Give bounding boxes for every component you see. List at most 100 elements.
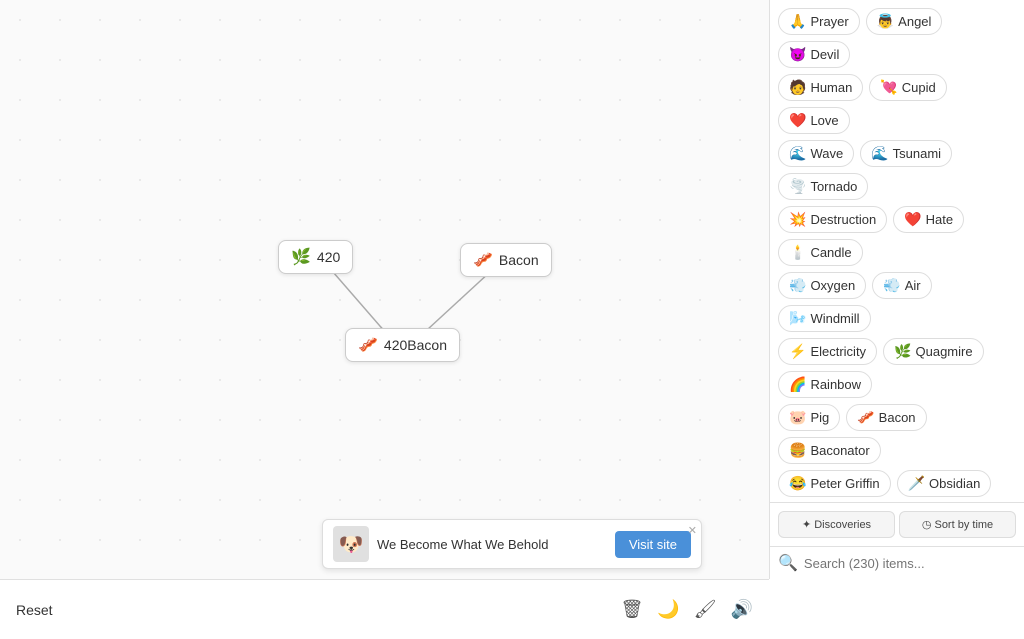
items-row: 🐷Pig🥓Bacon 🍔 Baconator — [778, 404, 1016, 464]
chip-label: Love — [810, 113, 838, 128]
brush-icon[interactable]: 🖌 — [694, 599, 717, 620]
sidebar-footer: ✦ Discoveries ◷ Sort by time — [770, 502, 1024, 546]
ad-banner: ✕ 🐶 We Become What We Behold Visit site — [322, 519, 702, 569]
items-row: 💨 Oxygen 💨 Air 🌬️ Windmill — [778, 272, 1016, 332]
node-420[interactable]: 🌿 420 — [278, 240, 353, 274]
chip-label: Oxygen — [810, 278, 855, 293]
chip-emoji: 🌿 — [894, 343, 911, 360]
items-row: 😂Peter Griffin🗡️Obsidian🪟Glass — [778, 470, 1016, 502]
item-chip-oxygen[interactable]: 💨 Oxygen — [778, 272, 866, 299]
chip-emoji: 🙏 — [789, 13, 806, 30]
chip-label: Windmill — [810, 311, 859, 326]
node-label: 420Bacon — [384, 337, 447, 353]
chip-label: Air — [905, 278, 921, 293]
chip-label: Cupid — [902, 80, 936, 95]
trash-icon[interactable]: 🗑 — [620, 599, 643, 620]
item-chip-baconator[interactable]: 🍔 Baconator — [778, 437, 881, 464]
item-chip-windmill[interactable]: 🌬️ Windmill — [778, 305, 871, 332]
chip-emoji: 🌬️ — [789, 310, 806, 327]
chip-label: Quagmire — [916, 344, 973, 359]
chip-label: Angel — [898, 14, 931, 29]
bottom-toolbar: Reset 🗑 🌙 🖌 🔊 — [0, 579, 769, 639]
chip-emoji: 🌈 — [789, 376, 806, 393]
ad-visit-button[interactable]: Visit site — [615, 531, 691, 558]
item-chip-prayer[interactable]: 🙏 Prayer — [778, 8, 860, 35]
items-row: 💥Destruction❤️Hate 🕯️ Candle — [778, 206, 1016, 266]
chip-label: Baconator — [810, 443, 869, 458]
chip-emoji: 💘 — [880, 79, 897, 96]
chip-emoji: 🕯️ — [789, 244, 806, 261]
chip-label: Devil — [810, 47, 839, 62]
chip-label: Peter Griffin — [810, 476, 879, 491]
search-bar: 🔍 — [770, 546, 1024, 579]
chip-label: Destruction — [810, 212, 876, 227]
items-sidebar: 🙏 Prayer 👼 Angel 😈 Devil 🧑 Human 💘 Cupid ❤️ Love 🌊 Wa… — [769, 0, 1024, 579]
ad-text: We Become What We Behold — [377, 537, 607, 552]
items-row: 🙏 Prayer 👼 Angel 😈 Devil — [778, 8, 1016, 68]
chip-emoji: 🐷 — [789, 409, 806, 426]
search-input[interactable] — [804, 556, 1016, 571]
node-label: 420 — [317, 249, 340, 265]
items-row: 🌊 Wave 🌊 Tsunami 🌪️Tornado — [778, 140, 1016, 200]
item-chip-wave[interactable]: 🌊 Wave — [778, 140, 854, 167]
chip-emoji: ❤️ — [904, 211, 921, 228]
reset-button[interactable]: Reset — [16, 602, 53, 618]
item-chip-love[interactable]: ❤️ Love — [778, 107, 850, 134]
ad-icon: 🐶 — [333, 526, 369, 562]
chip-emoji: 🗡️ — [908, 475, 925, 492]
node-420bacon[interactable]: 🥓420Bacon — [345, 328, 460, 362]
item-chip-tsunami[interactable]: 🌊 Tsunami — [860, 140, 952, 167]
items-list: 🙏 Prayer 👼 Angel 😈 Devil 🧑 Human 💘 Cupid ❤️ Love 🌊 Wa… — [770, 0, 1024, 502]
item-chip-destruction[interactable]: 💥Destruction — [778, 206, 887, 233]
item-chip-air[interactable]: 💨 Air — [872, 272, 931, 299]
item-chip-pig[interactable]: 🐷Pig — [778, 404, 840, 431]
chip-emoji: 🧑 — [789, 79, 806, 96]
item-chip-candle[interactable]: 🕯️ Candle — [778, 239, 863, 266]
chip-emoji: 🌊 — [789, 145, 806, 162]
sound-icon[interactable]: 🔊 — [731, 599, 753, 620]
chip-emoji: 🌊 — [871, 145, 888, 162]
chip-emoji: ⚡ — [789, 343, 806, 360]
items-row: 🧑 Human 💘 Cupid ❤️ Love — [778, 74, 1016, 134]
moon-icon[interactable]: 🌙 — [657, 599, 679, 620]
item-chip-tornado[interactable]: 🌪️Tornado — [778, 173, 868, 200]
chip-label: Human — [810, 80, 852, 95]
sort-button[interactable]: ◷ Sort by time — [899, 511, 1016, 538]
chip-emoji: 🍔 — [789, 442, 806, 459]
node-emoji: 🥓 — [473, 250, 493, 270]
item-chip-cupid[interactable]: 💘 Cupid — [869, 74, 946, 101]
chip-label: Tsunami — [893, 146, 941, 161]
item-chip-rainbow[interactable]: 🌈 Rainbow — [778, 371, 872, 398]
item-chip-bacon[interactable]: 🥓Bacon — [846, 404, 926, 431]
item-chip-peter-griffin[interactable]: 😂 Peter Griffin — [778, 470, 891, 497]
chip-label: Candle — [810, 245, 851, 260]
chip-emoji: ❤️ — [789, 112, 806, 129]
chip-emoji: 💨 — [789, 277, 806, 294]
connection-lines — [0, 0, 769, 579]
chip-label: Tornado — [810, 179, 857, 194]
chip-label: Rainbow — [810, 377, 861, 392]
item-chip-hate[interactable]: ❤️Hate — [893, 206, 964, 233]
chip-emoji: 🥓 — [857, 409, 874, 426]
chip-emoji: 👼 — [877, 13, 894, 30]
discoveries-button[interactable]: ✦ Discoveries — [778, 511, 895, 538]
chip-label: Obsidian — [929, 476, 980, 491]
node-emoji: 🌿 — [291, 247, 311, 267]
ad-close-button[interactable]: ✕ — [688, 524, 697, 537]
chip-emoji: 😈 — [789, 46, 806, 63]
chip-label: Wave — [810, 146, 843, 161]
items-row: ⚡ Electricity 🌿 Quagmire 🌈 Rainbow — [778, 338, 1016, 398]
node-label: Bacon — [499, 252, 539, 268]
node-bacon[interactable]: 🥓 Bacon — [460, 243, 552, 277]
item-chip-angel[interactable]: 👼 Angel — [866, 8, 943, 35]
item-chip-human[interactable]: 🧑 Human — [778, 74, 863, 101]
item-chip-devil[interactable]: 😈 Devil — [778, 41, 850, 68]
chip-label: Prayer — [810, 14, 848, 29]
chip-emoji: 💨 — [883, 277, 900, 294]
bottom-icons-group: 🗑 🌙 🖌 🔊 — [620, 599, 753, 620]
item-chip-electricity[interactable]: ⚡ Electricity — [778, 338, 877, 365]
chip-label: Electricity — [810, 344, 866, 359]
item-chip-quagmire[interactable]: 🌿 Quagmire — [883, 338, 984, 365]
item-chip-obsidian[interactable]: 🗡️ Obsidian — [897, 470, 992, 497]
chip-emoji: 😂 — [789, 475, 806, 492]
